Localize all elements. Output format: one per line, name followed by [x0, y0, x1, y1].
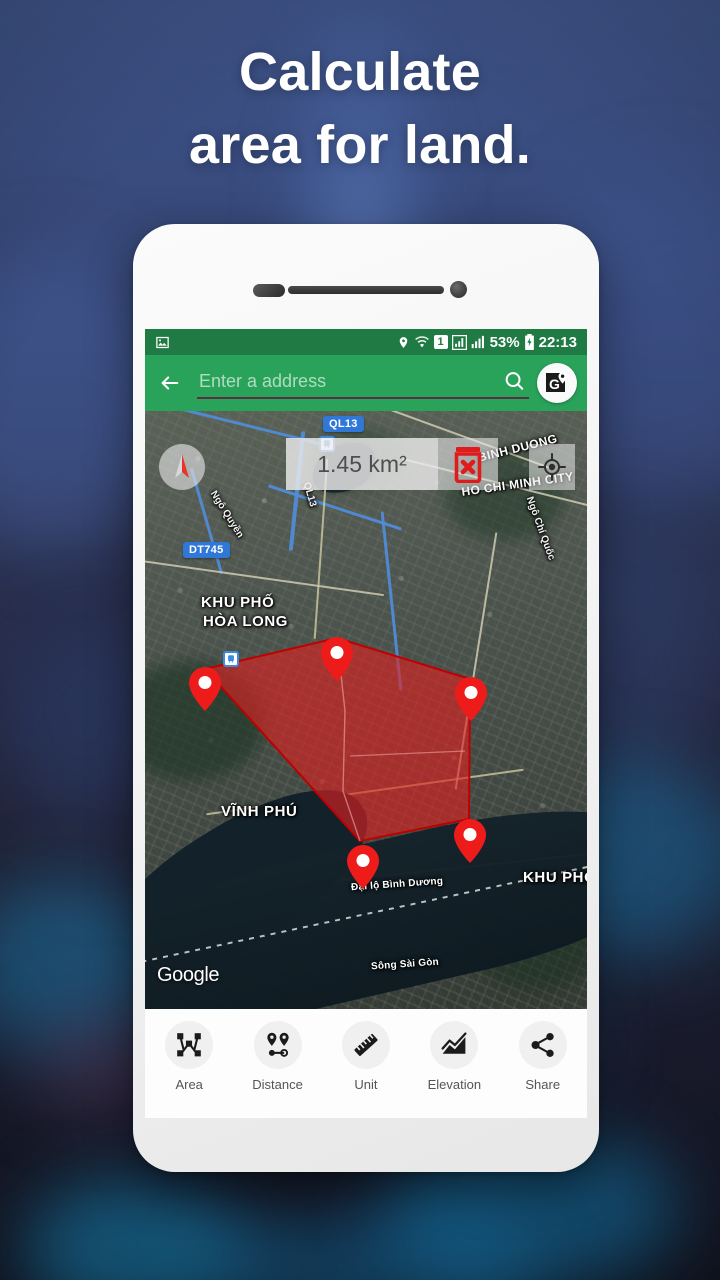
- route-shield-dt745: DT745: [183, 542, 230, 558]
- map-pin-marker[interactable]: [320, 637, 354, 681]
- status-bar: 1 53% 22:13: [145, 329, 587, 355]
- distance-pins-icon: [253, 1021, 302, 1069]
- map-view[interactable]: QL13 DT745 QL13 Ngô Quyền Ngô Chí Quốc K…: [145, 411, 587, 1009]
- elevation-chart-icon: [430, 1021, 479, 1069]
- battery-charging-icon: [524, 334, 535, 350]
- phone-mockup: 1 53% 22:13 Enter a address G QL13 DT745…: [133, 224, 599, 1172]
- tool-distance[interactable]: Distance: [241, 1021, 315, 1092]
- delete-measurement-button[interactable]: [438, 438, 498, 490]
- map-pin-marker[interactable]: [454, 677, 488, 721]
- proximity-sensor: [253, 284, 285, 297]
- search-field-wrapper[interactable]: [193, 368, 529, 399]
- place-label-vinh-phu: VĨNH PHÚ: [221, 803, 298, 820]
- image-icon: [155, 335, 170, 350]
- phone-screen: 1 53% 22:13 Enter a address G QL13 DT745…: [145, 329, 587, 1118]
- wifi-icon: [414, 335, 430, 349]
- tool-label: Share: [525, 1077, 561, 1092]
- location-pin-icon: [397, 335, 410, 350]
- svg-text:G: G: [549, 376, 560, 392]
- signal-bars-icon: [471, 335, 486, 349]
- tool-elevation[interactable]: Elevation: [417, 1021, 491, 1092]
- status-clock: 22:13: [538, 333, 577, 351]
- search-icon[interactable]: [503, 370, 525, 397]
- place-label-hoa-long: HÒA LONG: [203, 613, 289, 630]
- route-shield-ql13: QL13: [323, 416, 364, 432]
- transit-station-icon: [223, 651, 239, 667]
- tool-area[interactable]: Area: [152, 1021, 226, 1092]
- earpiece-speaker: [288, 286, 444, 294]
- promo-headline: Calculate area for land.: [0, 36, 720, 182]
- search-input[interactable]: [193, 368, 529, 398]
- share-icon: [518, 1021, 567, 1069]
- tool-label: Unit: [354, 1077, 378, 1092]
- back-arrow-icon[interactable]: [155, 372, 185, 394]
- headline-line-1: Calculate: [239, 42, 481, 102]
- place-label-khu-pho-2: KHU PHỐ: [523, 869, 587, 886]
- ruler-icon: [341, 1021, 390, 1069]
- signal-bars-icon: [451, 334, 467, 350]
- tool-label: Area: [175, 1077, 203, 1092]
- tool-unit[interactable]: Unit: [329, 1021, 403, 1092]
- bottom-toolbar: Area Distance Unit Elevation Share: [145, 1009, 587, 1118]
- compass-needle-icon[interactable]: [159, 444, 205, 490]
- map-pin-marker[interactable]: [188, 667, 222, 711]
- front-camera: [450, 281, 467, 298]
- app-bar: G: [145, 355, 587, 411]
- sim-indicator: 1: [433, 335, 448, 349]
- map-pin-marker[interactable]: [453, 819, 487, 863]
- tool-share[interactable]: Share: [506, 1021, 580, 1092]
- area-result-panel: 1.45 km²: [286, 438, 438, 490]
- polygon-area-icon: [165, 1021, 214, 1069]
- trash-delete-icon: [454, 447, 482, 483]
- map-pin-marker[interactable]: [346, 845, 380, 889]
- tool-label: Distance: [252, 1077, 303, 1092]
- google-watermark: Google: [157, 964, 220, 986]
- headline-line-2: area for land.: [189, 114, 531, 175]
- area-value: 1.45 km²: [317, 450, 407, 477]
- search-underline: [197, 396, 529, 399]
- place-label-khu-pho: KHU PHỐ: [201, 594, 275, 611]
- gps-crosshair-icon[interactable]: [529, 444, 575, 490]
- tool-label: Elevation: [427, 1077, 482, 1092]
- battery-percent: 53%: [489, 333, 520, 351]
- google-maps-icon[interactable]: G: [537, 363, 577, 403]
